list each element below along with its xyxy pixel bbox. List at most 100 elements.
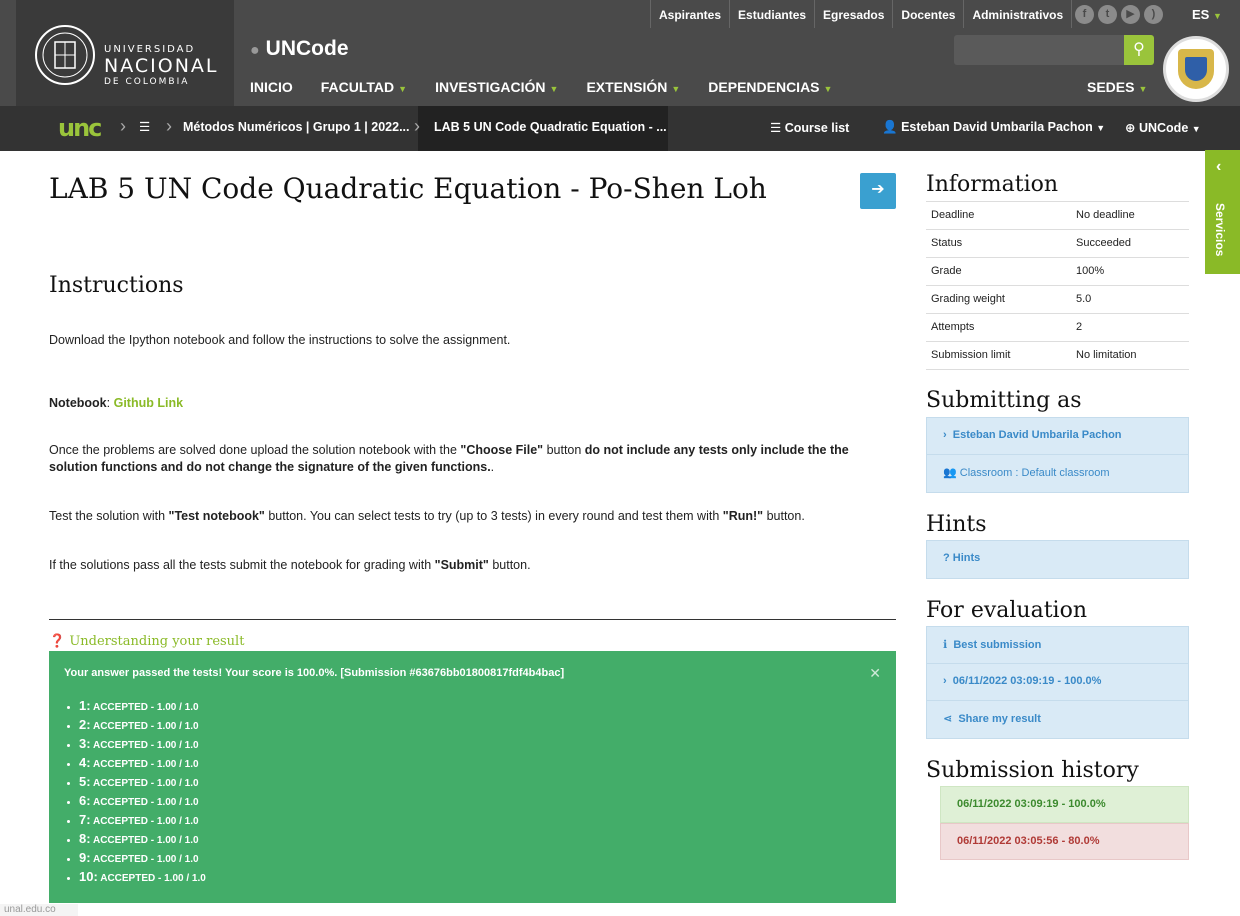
instructions-heading: Instructions: [49, 273, 184, 298]
link-aspirantes[interactable]: Aspirantes: [650, 0, 729, 28]
facebook-icon[interactable]: f: [1075, 5, 1094, 24]
university-logo[interactable]: UNIVERSIDAD NACIONAL DE COLOMBIA: [16, 0, 234, 106]
social-links: f t ▶ ): [1075, 5, 1163, 24]
user-icon: 👤: [882, 120, 898, 134]
search-icon: ⚲: [1133, 41, 1145, 58]
share-label: Share my result: [958, 713, 1041, 725]
nav-extension[interactable]: EXTENSIÓN ▼: [586, 79, 680, 95]
course-list-label: Course list: [784, 121, 850, 135]
youtube-icon[interactable]: ▶: [1121, 5, 1140, 24]
question-circle-icon: ❓: [49, 634, 66, 649]
caret-down-icon: ▼: [1096, 123, 1106, 133]
courses-list-icon[interactable]: ☰: [139, 119, 150, 134]
chevron-down-icon: ▼: [398, 84, 408, 94]
link-docentes[interactable]: Docentes: [892, 0, 963, 28]
info-key: Attempts: [931, 321, 975, 333]
history-item-success[interactable]: 06/11/2022 03:09:19 - 100.0%: [940, 786, 1189, 823]
user-menu[interactable]: 👤 Esteban David Umbarila Pachon ▼: [882, 120, 1105, 135]
breadcrumb-course[interactable]: Métodos Numéricos | Grupo 1 | 2022...: [183, 120, 410, 134]
uncode-menu[interactable]: ⊕ UNCode ▼: [1125, 120, 1201, 135]
notebook-label: Notebook: [49, 396, 107, 410]
search-button[interactable]: ⚲: [1124, 35, 1154, 65]
university-line1: UNIVERSIDAD: [104, 44, 196, 55]
submitter-item[interactable]: › Esteban David Umbarila Pachon: [927, 418, 1188, 455]
colombia-coat-of-arms-icon: [1163, 36, 1229, 102]
test-text-a: Test the solution with: [49, 509, 169, 523]
upload-text-e: .: [490, 460, 495, 474]
chevron-right-icon: ›: [166, 116, 172, 136]
history-item-failed[interactable]: 06/11/2022 03:05:56 - 80.0%: [940, 823, 1189, 860]
hints-item[interactable]: ? Hints: [927, 541, 1188, 578]
test-status: ACCEPTED - 1.00 / 1.0: [92, 740, 199, 751]
arrow-right-icon: ➔: [871, 181, 885, 198]
test-number: 10:: [79, 869, 98, 884]
site-title[interactable]: ● UNCode: [250, 37, 349, 61]
info-row: Attempts 2: [926, 314, 1189, 342]
chevron-right-icon: ›: [120, 116, 126, 136]
rss-icon[interactable]: ): [1144, 5, 1163, 24]
information-heading: Information: [926, 172, 1059, 197]
footer-domain: unal.edu.co: [0, 904, 78, 916]
github-link[interactable]: Github Link: [114, 396, 183, 410]
test-number: 8:: [79, 831, 91, 846]
uncode-menu-label: UNCode: [1138, 121, 1189, 135]
test-number: 4:: [79, 755, 91, 770]
nav-investigacion[interactable]: INVESTIGACIÓN ▼: [435, 79, 558, 95]
university-line2: NACIONAL: [104, 55, 219, 77]
twitter-icon[interactable]: t: [1098, 5, 1117, 24]
language-selector[interactable]: ES ▼: [1192, 7, 1222, 22]
breadcrumb-task[interactable]: LAB 5 UN Code Quadratic Equation - ...: [434, 120, 667, 134]
nav-facultad-label: FACULTAD: [320, 79, 395, 95]
main-nav: INICIO FACULTAD ▼ INVESTIGACIÓN ▼ EXTENSIÓ…: [250, 79, 860, 95]
user-name: Esteban David Umbarila Pachon: [901, 120, 1093, 134]
test-result-item: 5: ACCEPTED - 1.00 / 1.0: [79, 772, 206, 791]
info-key: Grade: [931, 265, 962, 277]
understanding-result-link[interactable]: ❓ Understanding your result: [49, 634, 244, 649]
nav-dependencias[interactable]: DEPENDENCIAS ▼: [708, 79, 832, 95]
info-row: Grading weight 5.0: [926, 286, 1189, 314]
test-status: ACCEPTED - 1.00 / 1.0: [92, 721, 199, 732]
submit-text-a: If the solutions pass all the tests subm…: [49, 558, 435, 572]
nav-sedes[interactable]: SEDES ▼: [1087, 79, 1147, 95]
info-key: Status: [931, 237, 963, 249]
nav-dependencias-label: DEPENDENCIAS: [708, 79, 820, 95]
hints-label: Hints: [952, 552, 981, 564]
test-status: ACCEPTED - 1.00 / 1.0: [92, 702, 199, 713]
info-icon: ℹ: [943, 639, 948, 651]
course-list-button[interactable]: ☰ Course list: [770, 120, 849, 135]
test-number: 2:: [79, 717, 91, 732]
caret-down-icon: ▼: [1191, 124, 1201, 134]
link-estudiantes[interactable]: Estudiantes: [729, 0, 814, 28]
instruction-test: Test the solution with "Test notebook" b…: [49, 508, 896, 525]
language-label: ES: [1192, 7, 1210, 22]
info-value: 2: [1076, 321, 1083, 333]
submitting-as-box: › Esteban David Umbarila Pachon 👥 Classr…: [926, 417, 1189, 493]
share-result-item[interactable]: ⋖ Share my result: [927, 701, 1188, 738]
info-row: Status Succeeded: [926, 230, 1189, 258]
test-text-e: button.: [763, 509, 805, 523]
info-row: Deadline No deadline: [926, 202, 1189, 230]
chevron-right-icon: ›: [943, 675, 947, 687]
classroom-item[interactable]: 👥 Classroom : Default classroom: [927, 455, 1188, 492]
info-row: Grade 100%: [926, 258, 1189, 286]
test-status: ACCEPTED - 1.00 / 1.0: [92, 816, 199, 827]
nav-facultad[interactable]: FACULTAD ▼: [321, 79, 407, 95]
test-results-list: 1: ACCEPTED - 1.00 / 1.0 2: ACCEPTED - 1…: [79, 696, 206, 886]
search-input[interactable]: [954, 35, 1126, 65]
test-number: 5:: [79, 774, 91, 789]
close-icon[interactable]: ✕: [869, 665, 881, 682]
link-administrativos[interactable]: Administrativos: [963, 0, 1073, 28]
info-value: Succeeded: [1076, 237, 1132, 249]
breadcrumb: unc › ☰ › Métodos Numéricos | Grupo 1 | …: [0, 106, 1240, 151]
evaluation-entry[interactable]: › 06/11/2022 03:09:19 - 100.0%: [927, 664, 1188, 701]
test-number: 3:: [79, 736, 91, 751]
chevron-down-icon: ▼: [549, 84, 559, 94]
submit-text-c: button.: [488, 558, 531, 572]
test-status: ACCEPTED - 1.00 / 1.0: [92, 759, 199, 770]
nav-inicio[interactable]: INICIO: [250, 79, 293, 95]
uncode-logo[interactable]: unc: [58, 114, 102, 142]
test-number: 9:: [79, 850, 91, 865]
toggle-sidebar-button[interactable]: ➔: [860, 173, 896, 209]
servicios-tab[interactable]: ‹ Servicios: [1205, 150, 1240, 274]
link-egresados[interactable]: Egresados: [814, 0, 892, 28]
